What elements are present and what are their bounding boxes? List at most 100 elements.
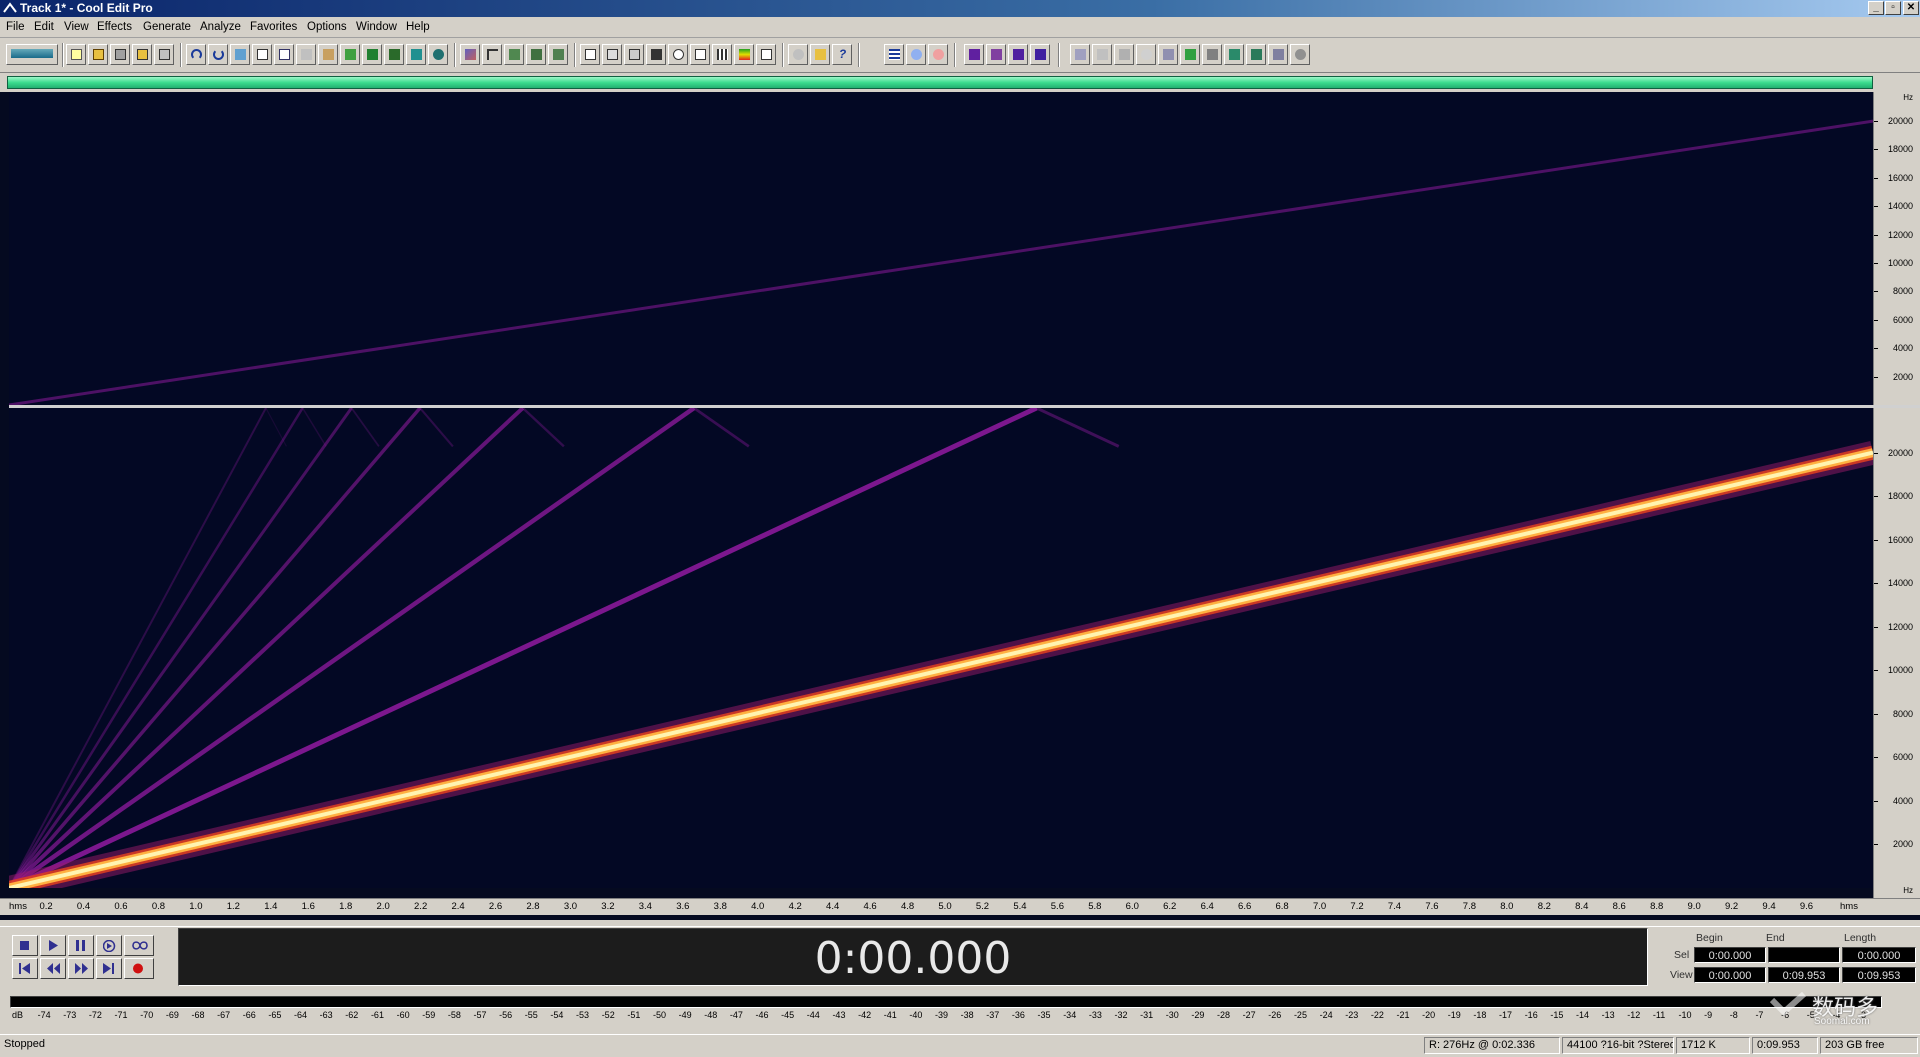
paste-new-button[interactable] bbox=[340, 44, 360, 65]
redo-button[interactable] bbox=[208, 44, 228, 65]
effect-mix-button[interactable] bbox=[1268, 44, 1288, 65]
effect-filter-button[interactable] bbox=[1158, 44, 1178, 65]
record-button[interactable] bbox=[124, 958, 154, 979]
find-button[interactable] bbox=[428, 44, 448, 65]
zoom-out-button[interactable] bbox=[928, 44, 948, 65]
new-file-button[interactable] bbox=[66, 44, 86, 65]
effect-amplify-button[interactable] bbox=[986, 44, 1006, 65]
paste-button[interactable] bbox=[318, 44, 338, 65]
watermark-subtext: Soomal.com bbox=[1814, 1016, 1870, 1027]
effect-noise-button[interactable] bbox=[1180, 44, 1200, 65]
harmonic-alias-line bbox=[693, 408, 750, 448]
view-begin-field[interactable]: 0:00.000 bbox=[1694, 967, 1766, 983]
grid-button[interactable] bbox=[712, 44, 732, 65]
time-tick-label: 0.6 bbox=[114, 901, 128, 912]
title-bar[interactable]: Track 1* - Cool Edit Pro _ ▫ ✕ bbox=[0, 0, 1920, 17]
pause-button[interactable] bbox=[68, 935, 94, 956]
effect-normalize-button[interactable] bbox=[964, 44, 984, 65]
effect-settings-button[interactable] bbox=[1290, 44, 1310, 65]
menu-help[interactable]: Help bbox=[406, 20, 430, 34]
close-button[interactable]: ✕ bbox=[1903, 1, 1919, 15]
spectral-pitch-button[interactable] bbox=[526, 44, 546, 65]
time-tick-label: 2.6 bbox=[488, 901, 503, 912]
restore-button[interactable]: ▫ bbox=[1885, 1, 1901, 15]
go-to-begin-button[interactable] bbox=[12, 958, 38, 979]
effect-bands-button[interactable] bbox=[1246, 44, 1266, 65]
cut-button[interactable] bbox=[296, 44, 316, 65]
time-ruler[interactable]: hms hms 0.2 0.4 0.6 0.8 1.0 1.2 1.4 1.6 1.8 2.0 2.… bbox=[0, 898, 1920, 915]
repeat-last-button[interactable] bbox=[230, 44, 250, 65]
undo-button[interactable] bbox=[186, 44, 206, 65]
view-end-field[interactable]: 0:09.953 bbox=[1768, 967, 1840, 983]
spectral-display[interactable]: Hz 20000 18000 16000 14000 12000 10000 8000 600… bbox=[0, 92, 1920, 920]
trim-button[interactable] bbox=[384, 44, 404, 65]
effect-invert-button[interactable] bbox=[1114, 44, 1134, 65]
effect-stretch-button[interactable] bbox=[1070, 44, 1090, 65]
zoom-in-button[interactable] bbox=[906, 44, 926, 65]
save-all-button[interactable] bbox=[132, 44, 152, 65]
effect-delay-button[interactable] bbox=[1136, 44, 1156, 65]
cd-button[interactable] bbox=[788, 44, 808, 65]
close-file-button[interactable] bbox=[154, 44, 174, 65]
level-tick-label: -30 bbox=[1165, 1010, 1179, 1020]
sel-end-field[interactable] bbox=[1768, 947, 1840, 963]
stop-icon bbox=[20, 941, 29, 950]
spectral-view-button[interactable] bbox=[504, 44, 524, 65]
bands-button[interactable] bbox=[548, 44, 568, 65]
menu-effects[interactable]: Effects bbox=[97, 20, 132, 34]
menu-view[interactable]: View bbox=[64, 20, 89, 34]
mix-paste-button[interactable] bbox=[362, 44, 382, 65]
level-meter[interactable]: dB -74 -73 -72 -71 -70 -69 -68 -67 -66 -65 -64 -63 -6… bbox=[0, 992, 1920, 1030]
level-tick-label: -70 bbox=[140, 1010, 154, 1020]
menu-generate[interactable]: Generate bbox=[143, 20, 191, 34]
effect-reverse-button[interactable] bbox=[1092, 44, 1112, 65]
effect-graphic-eq-button[interactable] bbox=[1224, 44, 1244, 65]
menu-window[interactable]: Window bbox=[356, 20, 397, 34]
sel-begin-field[interactable]: 0:00.000 bbox=[1694, 947, 1766, 963]
go-to-end-button[interactable] bbox=[96, 958, 122, 979]
freq-tick-label: 18000 bbox=[1887, 144, 1913, 155]
silence-button[interactable] bbox=[406, 44, 426, 65]
effect-envelope-button[interactable] bbox=[1008, 44, 1028, 65]
overview-scroll-bar[interactable] bbox=[7, 76, 1873, 89]
frame-button[interactable] bbox=[580, 44, 600, 65]
rewind-button[interactable] bbox=[40, 958, 66, 979]
play-list-button[interactable] bbox=[646, 44, 666, 65]
sel-length-field[interactable]: 0:00.000 bbox=[1842, 947, 1916, 963]
meter-button[interactable] bbox=[734, 44, 754, 65]
copy-button[interactable] bbox=[252, 44, 272, 65]
cue-button[interactable] bbox=[602, 44, 622, 65]
waveform-view-button[interactable] bbox=[460, 44, 480, 65]
batch-button[interactable] bbox=[810, 44, 830, 65]
menu-edit[interactable]: Edit bbox=[34, 20, 54, 34]
mix-paste-icon bbox=[367, 49, 378, 60]
save-button[interactable] bbox=[110, 44, 130, 65]
menu-file[interactable]: File bbox=[6, 20, 25, 34]
track-list-button[interactable] bbox=[884, 44, 904, 65]
menu-analyze[interactable]: Analyze bbox=[200, 20, 241, 34]
menu-options[interactable]: Options bbox=[307, 20, 347, 34]
menu-favorites[interactable]: Favorites bbox=[250, 20, 297, 34]
info-button[interactable] bbox=[756, 44, 776, 65]
stop-button[interactable] bbox=[12, 935, 38, 956]
effect-pitch-button[interactable] bbox=[1202, 44, 1222, 65]
zoom-tool-button[interactable] bbox=[668, 44, 688, 65]
open-file-button[interactable] bbox=[88, 44, 108, 65]
multitrack-toggle-button[interactable] bbox=[6, 44, 58, 65]
envelope-button[interactable] bbox=[482, 44, 502, 65]
level-tick-label: -66 bbox=[242, 1010, 256, 1020]
play-button[interactable] bbox=[40, 935, 66, 956]
time-format-button[interactable] bbox=[690, 44, 710, 65]
channel-left-spectrogram[interactable] bbox=[9, 92, 1873, 405]
help-button[interactable]: ? bbox=[832, 44, 852, 65]
play-to-end-button[interactable] bbox=[96, 935, 122, 956]
freq-tick-label: 16000 bbox=[1887, 172, 1913, 183]
loop-button[interactable] bbox=[124, 935, 154, 956]
minimize-button[interactable]: _ bbox=[1868, 1, 1884, 15]
fast-forward-button[interactable] bbox=[68, 958, 94, 979]
view-length-field[interactable]: 0:09.953 bbox=[1842, 967, 1916, 983]
region-button[interactable] bbox=[624, 44, 644, 65]
copy-new-button[interactable] bbox=[274, 44, 294, 65]
effect-fade-button[interactable] bbox=[1030, 44, 1050, 65]
channel-right-spectrogram[interactable] bbox=[9, 408, 1873, 888]
